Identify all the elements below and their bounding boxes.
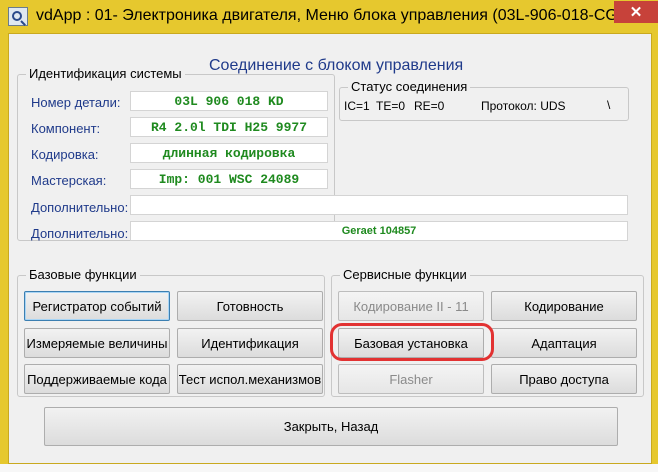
additional-label-2: Дополнительно: bbox=[31, 226, 129, 241]
connection-status-legend: Статус соединения bbox=[348, 79, 471, 94]
coding-value: длинная кодировка bbox=[130, 143, 328, 163]
app-magnifier-icon bbox=[8, 7, 28, 26]
status-re: RE=0 bbox=[414, 99, 445, 113]
taskbar-strip bbox=[0, 464, 658, 472]
status-te: TE=0 bbox=[376, 99, 406, 113]
connection-heading: Соединение с блоком управления bbox=[209, 57, 464, 74]
identification-button[interactable]: Идентификация bbox=[177, 328, 323, 358]
additional-value-2: Geraet 104857 bbox=[130, 221, 628, 241]
dialog-client-area: Соединение с блоком управления Идентифик… bbox=[8, 33, 652, 464]
identification-legend: Идентификация системы bbox=[26, 66, 185, 81]
measured-values-button[interactable]: Измеряемые величины bbox=[24, 328, 170, 358]
service-functions-legend: Сервисные функции bbox=[340, 267, 470, 282]
adaptation-button[interactable]: Адаптация bbox=[491, 328, 637, 358]
access-rights-button[interactable]: Право доступа bbox=[491, 364, 637, 394]
title-bar[interactable]: vdApp : 01- Электроника двигателя, Меню … bbox=[0, 0, 658, 33]
part-number-label: Номер детали: bbox=[31, 95, 121, 110]
event-recorder-button[interactable]: Регистратор событий bbox=[24, 291, 170, 321]
readiness-button[interactable]: Готовность bbox=[177, 291, 323, 321]
protocol-text: Протокол: UDS bbox=[481, 99, 566, 113]
coding-label: Кодировка: bbox=[31, 147, 99, 162]
component-label: Компонент: bbox=[31, 121, 101, 136]
additional-value-1 bbox=[130, 195, 628, 215]
additional-label-1: Дополнительно: bbox=[31, 200, 129, 215]
close-window-button[interactable]: ✕ bbox=[614, 1, 658, 23]
app-window: vdApp : 01- Электроника двигателя, Меню … bbox=[0, 0, 658, 472]
close-back-button[interactable]: Закрыть, Назад bbox=[44, 407, 618, 446]
supported-codes-button[interactable]: Поддерживаемые кода bbox=[24, 364, 170, 394]
flasher-button[interactable]: Flasher bbox=[338, 364, 484, 394]
coding-button[interactable]: Кодирование bbox=[491, 291, 637, 321]
coding-ii-button[interactable]: Кодирование II - 11 bbox=[338, 291, 484, 321]
workshop-label: Мастерская: bbox=[31, 173, 107, 188]
activity-spinner: \ bbox=[607, 98, 611, 112]
window-title: vdApp : 01- Электроника двигателя, Меню … bbox=[36, 7, 658, 24]
actuator-test-button[interactable]: Тест испол.механизмов bbox=[177, 364, 323, 394]
basic-functions-legend: Базовые функции bbox=[26, 267, 140, 282]
workshop-value: Imp: 001 WSC 24089 bbox=[130, 169, 328, 189]
part-number-value: 03L 906 018 KD bbox=[130, 91, 328, 111]
red-highlight-annotation bbox=[330, 323, 494, 361]
status-ic: IC=1 bbox=[344, 99, 370, 113]
component-value: R4 2.0l TDI H25 9977 bbox=[130, 117, 328, 137]
